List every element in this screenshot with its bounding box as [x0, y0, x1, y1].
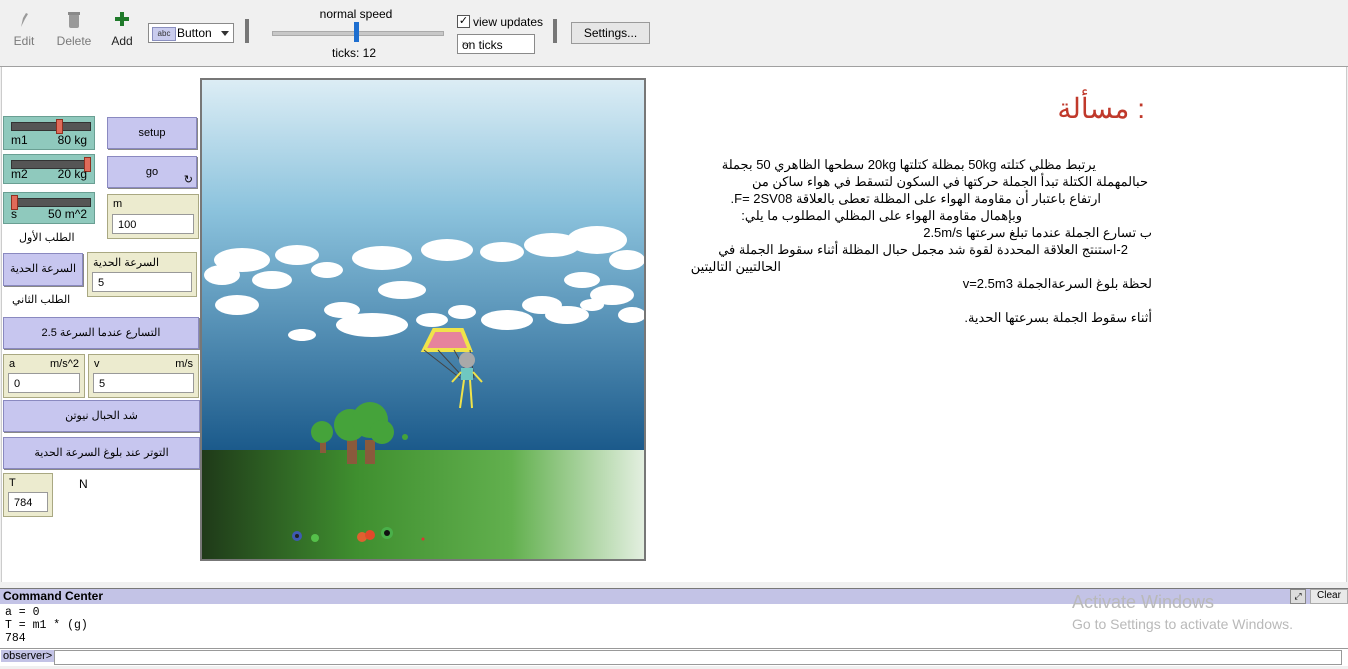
- input-name: السرعة الحدية: [93, 257, 160, 269]
- watermark-title: Activate Windows: [1072, 592, 1215, 612]
- toolbar-divider: [245, 19, 249, 43]
- slider-name: m1: [11, 133, 28, 147]
- input-name: a: [9, 358, 16, 370]
- toolbar-divider: [553, 19, 557, 43]
- slider-m2[interactable]: m2 20 kg: [3, 154, 95, 184]
- slider-name: m2: [11, 167, 28, 181]
- chevron-down-icon: [221, 31, 229, 36]
- accel-at-2-5-button[interactable]: التسارع عندما السرعة 2.5: [3, 317, 199, 349]
- setup-button-label: setup: [138, 127, 166, 139]
- problem-line: أثناء سقوط الجملة بسرعتها الحدية.: [964, 310, 1152, 325]
- second-request-note: الطلب الثاني: [12, 294, 71, 306]
- go-button-label: go: [145, 166, 159, 178]
- button-widget-icon: abc: [152, 27, 176, 41]
- watermark-subtitle: Go to Settings to activate Windows.: [1072, 616, 1293, 632]
- problem-line: وبإهمال مقاومة الهواء على المظلي المطلوب…: [741, 208, 1022, 223]
- delete-label: Delete: [56, 34, 92, 48]
- input-terminal-speed[interactable]: السرعة الحدية 5: [87, 252, 197, 297]
- delete-button[interactable]: Delete: [56, 10, 92, 48]
- clear-button[interactable]: Clear: [1310, 589, 1348, 604]
- input-unit: m/s: [175, 358, 193, 370]
- rope-tension-button[interactable]: شد الحبال نيوتن: [3, 400, 200, 432]
- input-field-m[interactable]: 100: [112, 214, 194, 234]
- input-v[interactable]: v m/s 5: [88, 354, 199, 398]
- input-name: v: [94, 358, 100, 370]
- command-input-row: observer>: [0, 648, 1348, 666]
- pencil-icon: [21, 13, 28, 27]
- slider-m1[interactable]: m1 80 kg: [3, 116, 95, 150]
- terminal-velocity-button[interactable]: السرعة الحدية: [3, 253, 83, 286]
- world-view[interactable]: [200, 78, 646, 561]
- go-button[interactable]: go ↻: [107, 156, 197, 188]
- problem-line: يرتبط مظلي كتلته 50kg بمظلة كتلتها 20kg …: [721, 157, 1096, 172]
- slider-value: 20 kg: [57, 167, 87, 181]
- output-line: T = m1 * (g): [5, 619, 88, 632]
- observer-prompt[interactable]: observer>: [1, 650, 55, 662]
- input-T[interactable]: T 784: [3, 473, 53, 517]
- input-field-a[interactable]: 0: [8, 373, 80, 393]
- grass: [202, 450, 644, 559]
- input-unit: m/s^2: [50, 358, 79, 370]
- view-updates-checkbox[interactable]: ✓: [457, 15, 470, 28]
- expand-icon[interactable]: ⤢: [1290, 589, 1306, 604]
- problem-line: الحالتيين التاليتين: [690, 259, 781, 274]
- terminal-velocity-button-label: السرعة الحدية: [9, 263, 77, 275]
- output-line: 784: [5, 632, 26, 645]
- add-button[interactable]: Add: [110, 10, 134, 48]
- input-a[interactable]: a m/s^2 0: [3, 354, 85, 398]
- input-field-T[interactable]: 784: [8, 492, 48, 512]
- sky: [202, 80, 644, 450]
- newton-unit-label: N: [79, 477, 88, 491]
- slider-track[interactable]: [11, 198, 91, 207]
- trash-icon: [68, 12, 80, 28]
- problem-line: حبالمهملة الكتلة تبدأ الجملة حركتها في ا…: [751, 174, 1148, 189]
- command-center-title: Command Center: [3, 589, 104, 603]
- first-request-note: الطلب الأول: [19, 232, 75, 244]
- tension-at-terminal-label: التوتر عند بلوغ السرعة الحدية: [34, 447, 169, 459]
- widget-type-label: Button: [177, 26, 212, 40]
- problem-title: مسألة :: [1057, 93, 1145, 124]
- plus-icon: [115, 12, 129, 26]
- problem-line: ارتفاع باعتبار أن مقاومة الهواء على المظ…: [730, 191, 1101, 206]
- speed-slider-thumb[interactable]: [354, 22, 359, 42]
- speed-label: normal speed: [319, 7, 393, 21]
- problem-line: لحظة بلوغ السرعةالجملة v=2.5m3: [962, 276, 1152, 291]
- edit-label: Edit: [13, 34, 35, 48]
- view-updates-label: view updates: [473, 15, 544, 29]
- slider-value: 80 kg: [57, 133, 87, 147]
- ticks-counter: ticks: 12: [331, 46, 376, 60]
- update-mode-select[interactable]: on ticks ⌵: [457, 34, 535, 54]
- slider-name: s: [11, 207, 17, 221]
- input-m[interactable]: m 100: [107, 194, 199, 239]
- problem-line: 2-استنتج العلاقة المحددة لقوة شد مجمل حب…: [718, 242, 1128, 257]
- input-field-terminal-speed[interactable]: 5: [92, 272, 192, 292]
- rope-tension-label: شد الحبال نيوتن: [65, 410, 138, 422]
- slider-track[interactable]: [11, 122, 91, 131]
- slider-value: 50 m^2: [48, 207, 87, 221]
- setup-button[interactable]: setup: [107, 117, 197, 149]
- command-input[interactable]: [54, 650, 1342, 665]
- chevron-down-icon: ⌵: [462, 37, 471, 49]
- output-line: a = 0: [5, 606, 40, 619]
- forever-icon: ↻: [183, 174, 193, 186]
- accel-at-2-5-label: التسارع عندما السرعة 2.5: [41, 327, 161, 339]
- settings-button[interactable]: Settings...: [571, 22, 650, 44]
- tension-at-terminal-button[interactable]: التوتر عند بلوغ السرعة الحدية: [3, 437, 200, 469]
- input-field-v[interactable]: 5: [93, 373, 194, 393]
- add-label: Add: [111, 34, 133, 48]
- widget-type-select[interactable]: abc Button: [148, 23, 234, 43]
- edit-button[interactable]: Edit: [10, 10, 38, 48]
- toolbar: Edit Delete Add abc Button normal speed …: [0, 0, 1348, 67]
- slider-thumb[interactable]: [56, 119, 64, 134]
- input-name: m: [113, 198, 123, 210]
- slider-s[interactable]: s 50 m^2: [3, 192, 95, 224]
- input-name: T: [9, 477, 16, 489]
- problem-line: ب تسارع الجملة عندما تبلغ سرعتها 2.5m/s: [923, 225, 1152, 240]
- world-scene: [202, 80, 644, 559]
